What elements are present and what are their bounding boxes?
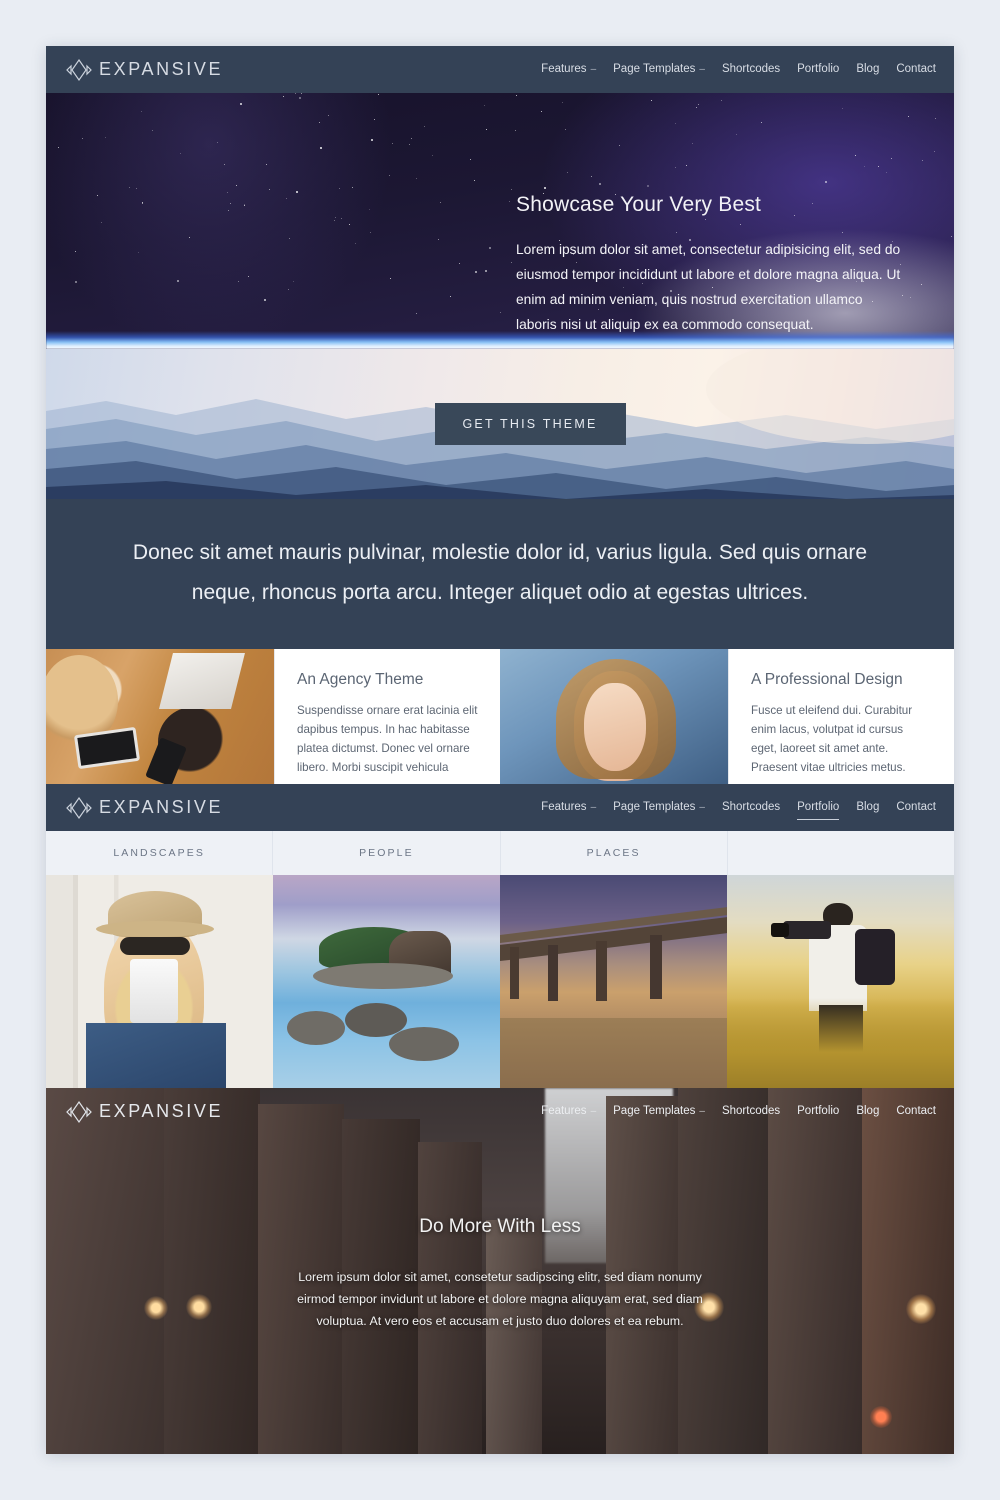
chevron-down-icon: – xyxy=(590,801,597,813)
nav-item-portfolio[interactable]: Portfolio xyxy=(797,1105,839,1119)
nav-item-page-templates[interactable]: Page Templates – xyxy=(613,801,705,815)
nav-item-portfolio[interactable]: Portfolio xyxy=(797,801,840,820)
filter-places[interactable]: PLACES xyxy=(501,831,728,875)
team-working-overhead-photo xyxy=(46,649,274,784)
brand-logo[interactable]: EXPANSIVE xyxy=(66,58,223,82)
mountain-landscape-section: GET THIS THEME xyxy=(46,349,954,499)
brand-name: EXPANSIVE xyxy=(99,797,224,817)
primary-navbar: EXPANSIVE Features – Page Templates – Shor… xyxy=(46,46,954,93)
feature-title: A Professional Design xyxy=(751,671,903,688)
website-preview: EXPANSIVE Features – Page Templates – Shor… xyxy=(46,46,954,1454)
chevron-down-icon: – xyxy=(590,1105,597,1117)
quote-band-section: Donec sit amet mauris pulvinar, molestie… xyxy=(46,499,954,649)
city-navbar: EXPANSIVE Features – Page Templates – Shor… xyxy=(46,1088,954,1135)
brand-name: EXPANSIVE xyxy=(99,59,224,79)
feature-body: Suspendisse ornare erat lacinia elit dap… xyxy=(297,704,478,774)
city-copy: Do More With Less Lorem ipsum dolor sit … xyxy=(46,1216,954,1332)
cta-wrapper: GET THIS THEME xyxy=(46,403,954,445)
filter-empty[interactable] xyxy=(728,831,954,875)
beach-pier-at-sunset[interactable] xyxy=(500,875,727,1088)
nav-item-blog[interactable]: Blog xyxy=(856,1105,879,1119)
brand-name: EXPANSIVE xyxy=(99,1101,224,1121)
city-hero-section: EXPANSIVE Features – Page Templates – Shor… xyxy=(46,1088,954,1454)
nav-item-blog[interactable]: Blog xyxy=(856,63,879,77)
diamond-arrows-icon xyxy=(66,796,92,819)
rocky-island-in-blue-water[interactable] xyxy=(273,875,500,1088)
hero-paragraph: Lorem ipsum dolor sit amet, consectetur … xyxy=(516,242,901,332)
chevron-down-icon: – xyxy=(590,63,597,75)
nav-item-portfolio[interactable]: Portfolio xyxy=(797,63,839,77)
diamond-arrows-icon xyxy=(66,1100,92,1123)
chevron-down-icon: – xyxy=(699,801,705,813)
feature-card-2: A Professional Design Fusce ut eleifend … xyxy=(728,649,954,784)
nav-item-features[interactable]: Features – xyxy=(541,63,596,77)
chevron-down-icon: – xyxy=(699,63,705,75)
nav-item-shortcodes[interactable]: Shortcodes xyxy=(722,1105,780,1119)
nav-links: Features – Page Templates – Shortcodes Por… xyxy=(541,63,936,77)
city-paragraph: Lorem ipsum dolor sit amet, consetetur s… xyxy=(297,1270,703,1328)
traffic-light-glow xyxy=(870,1406,892,1428)
portfolio-grid xyxy=(46,875,954,1088)
filter-landscapes[interactable]: LANDSCAPES xyxy=(46,831,274,875)
nav-item-features[interactable]: Features – xyxy=(541,1105,596,1119)
feature-body: Fusce ut eleifend dui. Curabitur enim la… xyxy=(751,704,913,774)
nav-item-contact[interactable]: Contact xyxy=(896,1105,936,1119)
city-title: Do More With Less xyxy=(419,1216,581,1237)
woman-with-hat-drinking-coffee[interactable] xyxy=(46,875,273,1088)
diamond-arrows-icon xyxy=(66,58,92,81)
nav-item-page-templates[interactable]: Page Templates – xyxy=(613,63,705,77)
nav-item-contact[interactable]: Contact xyxy=(896,63,936,77)
nav-links: Features – Page Templates – Shortcodes Por… xyxy=(541,801,936,820)
hero-title: Showcase Your Very Best xyxy=(516,193,762,216)
hero-copy: Showcase Your Very Best Lorem ipsum dolo… xyxy=(516,193,906,337)
nav-item-features[interactable]: Features – xyxy=(541,801,596,815)
photographer-in-wheat-field[interactable] xyxy=(727,875,954,1088)
feature-cards-section: An Agency Theme Suspendisse ornare erat … xyxy=(46,649,954,784)
quote-text: Donec sit amet mauris pulvinar, molestie… xyxy=(132,541,868,604)
portfolio-filter-bar: LANDSCAPES PEOPLE PLACES xyxy=(46,831,954,875)
portfolio-navbar: EXPANSIVE Features – Page Templates – Shor… xyxy=(46,784,954,831)
filter-people[interactable]: PEOPLE xyxy=(273,831,501,875)
brand-logo[interactable]: EXPANSIVE xyxy=(66,1100,223,1124)
nav-item-page-templates[interactable]: Page Templates – xyxy=(613,1105,705,1119)
smiling-woman-portrait-photo xyxy=(500,649,728,784)
hero-space-section: Showcase Your Very Best Lorem ipsum dolo… xyxy=(46,93,954,349)
chevron-down-icon: – xyxy=(699,1105,705,1117)
nav-links: Features – Page Templates – Shortcodes Por… xyxy=(541,1105,936,1119)
get-this-theme-button[interactable]: GET THIS THEME xyxy=(434,403,626,445)
feature-card-1: An Agency Theme Suspendisse ornare erat … xyxy=(274,649,500,784)
nav-item-contact[interactable]: Contact xyxy=(896,801,936,815)
brand-logo[interactable]: EXPANSIVE xyxy=(66,796,223,820)
feature-title: An Agency Theme xyxy=(297,671,424,688)
nav-item-shortcodes[interactable]: Shortcodes xyxy=(722,63,780,77)
nav-item-shortcodes[interactable]: Shortcodes xyxy=(722,801,780,815)
nav-item-blog[interactable]: Blog xyxy=(856,801,879,815)
